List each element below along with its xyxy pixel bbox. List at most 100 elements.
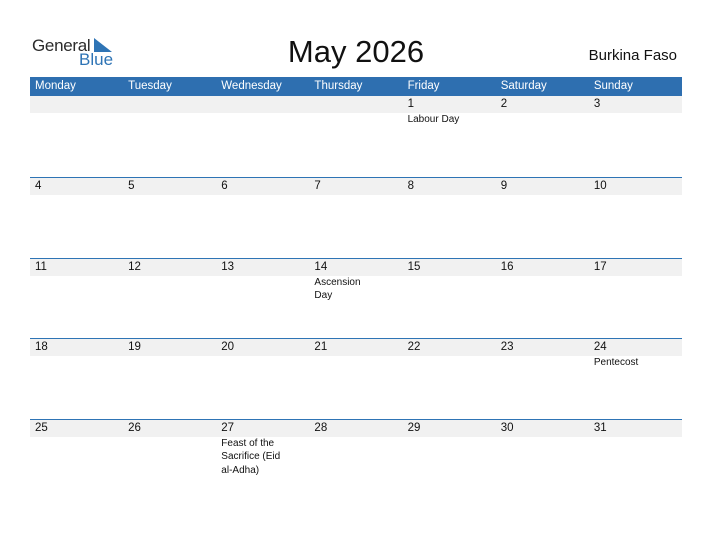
events-row: Pentecost (30, 356, 682, 370)
day-number: 4 (35, 180, 42, 192)
day-number: 12 (128, 260, 141, 273)
week-row: 18 19 20 21 22 23 24 Pentecost (30, 338, 682, 419)
day-cell: 7 (309, 178, 402, 195)
day-cell: 29 (403, 420, 496, 437)
day-cell: 11 (30, 259, 123, 276)
weekday-tuesday: Tuesday (128, 80, 172, 92)
holiday-label (403, 276, 496, 303)
day-number: 18 (35, 341, 48, 353)
events-row: Labour Day (30, 113, 682, 127)
holiday-label: Labour Day (407, 114, 460, 125)
day-cell: 21 (309, 339, 402, 356)
holiday-label (309, 356, 402, 370)
holiday-label (30, 276, 123, 303)
day-number: 25 (35, 421, 48, 434)
weekday-header: Monday Tuesday Wednesday Thursday Friday… (30, 77, 682, 96)
day-cell: 31 (589, 420, 682, 437)
day-number: 29 (407, 421, 421, 434)
holiday-label: Feast of the Sacrifice (Eid al-Adha) (221, 437, 281, 476)
day-number: 19 (128, 341, 141, 353)
holiday-label (216, 113, 309, 127)
day-cell: 10 (589, 178, 682, 195)
calendar-grid: Monday Tuesday Wednesday Thursday Friday… (30, 77, 682, 499)
day-number: 5 (128, 180, 135, 192)
day-number: 14 (314, 260, 328, 273)
day-cell (123, 96, 216, 113)
day-number: 31 (593, 421, 607, 434)
day-cell: 2 (496, 96, 589, 113)
holiday-label (123, 276, 216, 303)
day-cell: 18 (30, 339, 123, 356)
day-number: 27 (221, 421, 235, 434)
date-strip: 11 12 13 14 15 16 17 (30, 258, 682, 276)
day-cell (30, 96, 123, 113)
day-number: 20 (221, 341, 235, 353)
holiday-label (309, 437, 402, 478)
holiday-label (309, 113, 402, 127)
day-cell (309, 96, 402, 113)
day-number: 30 (500, 421, 514, 434)
day-number: 8 (407, 180, 414, 192)
holiday-label (403, 356, 496, 370)
day-cell: 3 (589, 96, 682, 113)
day-cell: 23 (496, 339, 589, 356)
day-cell: 20 (216, 339, 309, 356)
date-strip: 18 19 20 21 22 23 24 (30, 339, 682, 356)
holiday-label (30, 356, 123, 370)
holiday-label (216, 276, 309, 303)
day-number: 1 (407, 98, 414, 110)
holiday-label (496, 113, 589, 127)
day-cell: 6 (216, 178, 309, 195)
weekday-monday: Monday (35, 80, 76, 92)
weekday-saturday: Saturday (500, 80, 547, 92)
day-number: 9 (500, 180, 508, 192)
day-number: 15 (407, 260, 421, 273)
holiday-label: Ascension Day (314, 276, 361, 302)
day-cell: 19 (123, 339, 216, 356)
day-cell: 13 (216, 259, 309, 276)
day-cell: 26 (123, 420, 216, 437)
holiday-label (496, 356, 589, 370)
events-row: Feast of the Sacrifice (Eid al-Adha) (30, 437, 682, 478)
holiday-label (496, 276, 589, 303)
holiday-label (589, 276, 682, 303)
day-cell: 25 (30, 420, 123, 437)
date-strip: 4 5 6 7 8 9 10 (30, 178, 682, 195)
week-row: 4 5 6 7 8 9 10 (30, 177, 682, 258)
day-number: 17 (593, 260, 607, 273)
day-number: 24 (593, 341, 607, 353)
weeks-container: 1 2 3 Labour Day 4 5 6 7 8 9 10 11 12 13 14 15 16 17 Ascen… (30, 96, 682, 499)
day-number: 28 (314, 421, 328, 434)
holiday-label (123, 113, 216, 127)
day-cell: 28 (309, 420, 402, 437)
day-cell: 30 (496, 420, 589, 437)
day-number: 26 (128, 421, 141, 434)
events-row: Ascension Day (30, 276, 682, 303)
day-number: 11 (35, 260, 47, 273)
day-number: 23 (500, 341, 514, 353)
holiday-label (30, 437, 123, 478)
day-cell (216, 96, 309, 113)
week-row: 25 26 27 28 29 30 31 Feast of the Sacrifice (Ei… (30, 418, 682, 500)
day-cell: 16 (496, 259, 589, 276)
holiday-label (30, 113, 123, 127)
day-cell: 8 (403, 178, 496, 195)
date-strip: 25 26 27 28 29 30 31 (30, 419, 682, 437)
day-cell: 5 (123, 178, 216, 195)
day-cell: 22 (403, 339, 496, 356)
holiday-label (123, 356, 216, 370)
day-number: 10 (593, 180, 607, 192)
day-number: 2 (500, 98, 508, 110)
holiday-label (216, 356, 309, 370)
holiday-label (403, 437, 496, 478)
day-cell: 12 (123, 259, 216, 276)
day-cell: 27 (216, 420, 309, 437)
weekday-thursday: Thursday (314, 80, 363, 92)
weekday-friday: Friday (407, 80, 440, 92)
date-strip: 1 2 3 (30, 96, 682, 113)
day-number: 22 (407, 341, 421, 353)
day-cell: 17 (589, 259, 682, 276)
day-cell: 24 (589, 339, 682, 356)
week-row: 1 2 3 Labour Day (30, 96, 682, 177)
day-number: 7 (314, 180, 321, 192)
